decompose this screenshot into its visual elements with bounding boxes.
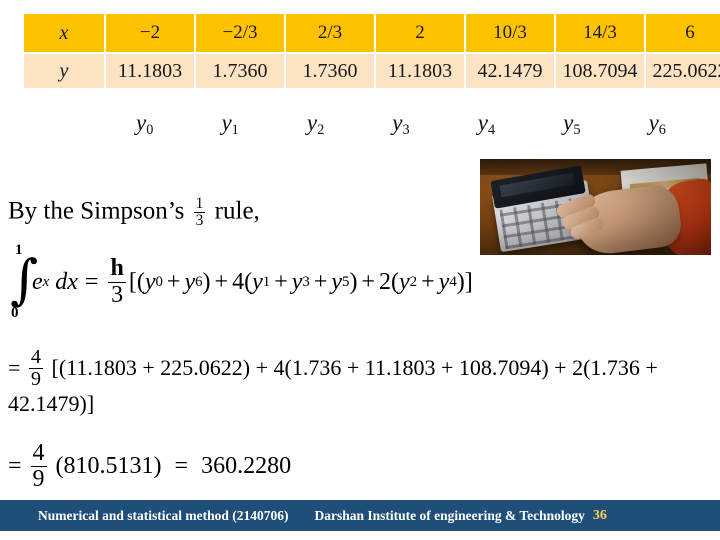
- term-y5-sub: 5: [342, 274, 350, 291]
- data-cell-y4: 42.1479: [466, 54, 554, 88]
- term-y2-sub: 2: [409, 274, 418, 291]
- footer-institute-name: Darshan Institute of engineering & Techn…: [314, 507, 585, 523]
- footer-page-number: 36: [592, 507, 607, 523]
- plus-6: +: [421, 269, 435, 296]
- legend-y1: y1: [221, 110, 239, 138]
- heading-text-after: rule,: [214, 197, 260, 225]
- result-fraction: 4 9: [30, 440, 47, 493]
- fraction-numerator: 1: [193, 195, 206, 214]
- plus-1: +: [166, 269, 181, 296]
- term-y0-sub: 0: [155, 274, 163, 291]
- photo-vignette: [480, 159, 711, 255]
- legend-y5: y5: [563, 110, 581, 138]
- header-cell-x4: 10/3: [466, 14, 554, 52]
- xy-value-table: x −2 −2/3 2/3 2 10/3 14/3 6 y 11.1803 1.…: [22, 12, 720, 90]
- substitution-expression: [(11.1803 + 225.0622) + 4(1.736 + 11.180…: [8, 354, 658, 417]
- footer-course-title: Numerical and statistical method (214070…: [38, 507, 289, 523]
- four-ninths-fraction: 4 9: [28, 346, 44, 391]
- coefficient-4: 4(: [232, 269, 253, 296]
- header-cell-x1: −2/3: [196, 14, 284, 52]
- header-cell-x: x: [24, 14, 104, 52]
- data-cell-y: y: [24, 54, 104, 88]
- term-y3: y: [291, 269, 303, 296]
- term-y0: y: [144, 269, 156, 296]
- integral-equals: =: [84, 269, 99, 296]
- integral-equation-line: 1 ∫ 0 ex dx = h 3 [( y0 + y6 ) + 4( y1 +…: [8, 242, 473, 321]
- term-y2: y: [399, 269, 410, 296]
- substitution-numerator: 4: [28, 346, 44, 370]
- result-sum: (810.5131): [55, 453, 162, 480]
- data-cell-y6: 225.0622: [646, 54, 720, 88]
- header-cell-x2: 2/3: [286, 14, 374, 52]
- y-subscript-legend: y0 y1 y2 y3 y4 y5 y6: [22, 110, 700, 139]
- footer-bar: Numerical and statistical method (214070…: [0, 500, 720, 531]
- integral-glyph: ∫: [10, 248, 39, 311]
- term-y4: y: [438, 269, 450, 296]
- result-numerator: 4: [30, 440, 47, 468]
- plus-4: +: [313, 269, 328, 296]
- result-line: = 4 9 (810.5131) = 360.2280: [8, 440, 292, 493]
- legend-spacer: [22, 110, 102, 139]
- term-y5: y: [331, 269, 343, 296]
- close-paren-1: ): [202, 269, 211, 296]
- one-third-fraction: 1 3: [193, 195, 206, 230]
- legend-y4: y4: [477, 110, 496, 138]
- fraction-denominator: 3: [195, 212, 204, 230]
- simpson-rule-heading: By the Simpson’s 1 3 rule,: [8, 195, 260, 230]
- integrand-exponent: x: [42, 274, 50, 291]
- legend-y3: y3: [392, 110, 410, 138]
- result-equals-2: =: [174, 453, 189, 480]
- differential: dx: [55, 269, 78, 296]
- h-numerator: h: [108, 255, 126, 283]
- data-cell-y2: 1.7360: [286, 54, 374, 88]
- header-cell-x0: −2: [106, 14, 194, 52]
- header-cell-x6: 6: [646, 14, 720, 52]
- result-value: 360.2280: [201, 453, 292, 480]
- h-over-3-fraction: h 3: [108, 255, 126, 308]
- term-y1-sub: 1: [262, 274, 271, 291]
- result-equals: =: [8, 453, 22, 480]
- data-cell-y1: 1.7360: [196, 54, 284, 88]
- integral-lower-limit: 0: [11, 304, 19, 321]
- legend-y6: y6: [648, 110, 666, 138]
- data-cell-y5: 108.7094: [556, 54, 644, 88]
- heading-text-before: By the Simpson’s: [8, 197, 185, 225]
- plus-5: +: [361, 269, 376, 296]
- close-paren-3: )]: [456, 269, 473, 296]
- result-denominator: 9: [32, 466, 45, 493]
- data-cell-y0: 11.1803: [106, 54, 194, 88]
- table-data-row: y 11.1803 1.7360 1.7360 11.1803 42.1479 …: [24, 54, 720, 88]
- substitution-line: = 4 9 [(11.1803 + 225.0622) + 4(1.736 + …: [8, 346, 714, 417]
- calculator-photo: [480, 159, 711, 255]
- substitution-denominator: 9: [30, 368, 42, 391]
- plus-3: +: [274, 269, 288, 296]
- close-paren-2: ): [349, 269, 358, 296]
- term-y3-sub: 3: [302, 274, 310, 291]
- term-y6: y: [184, 269, 196, 296]
- header-cell-x5: 14/3: [556, 14, 644, 52]
- plus-2: +: [214, 269, 229, 296]
- substitution-equals: =: [8, 354, 21, 380]
- legend-y0: y0: [136, 110, 154, 138]
- coefficient-2: 2(: [379, 269, 400, 296]
- term-y1: y: [252, 269, 263, 296]
- term-y4-sub: 4: [449, 274, 457, 291]
- h-denominator: 3: [111, 281, 124, 308]
- bracket-open: [(: [128, 269, 145, 296]
- integral-sign-icon: 1 ∫ 0: [8, 242, 38, 321]
- legend-y2: y2: [306, 110, 325, 138]
- data-cell-y3: 11.1803: [376, 54, 464, 88]
- header-cell-x3: 2: [376, 14, 464, 52]
- table-header-row: x −2 −2/3 2/3 2 10/3 14/3 6: [24, 14, 720, 52]
- term-y6-sub: 6: [195, 274, 203, 291]
